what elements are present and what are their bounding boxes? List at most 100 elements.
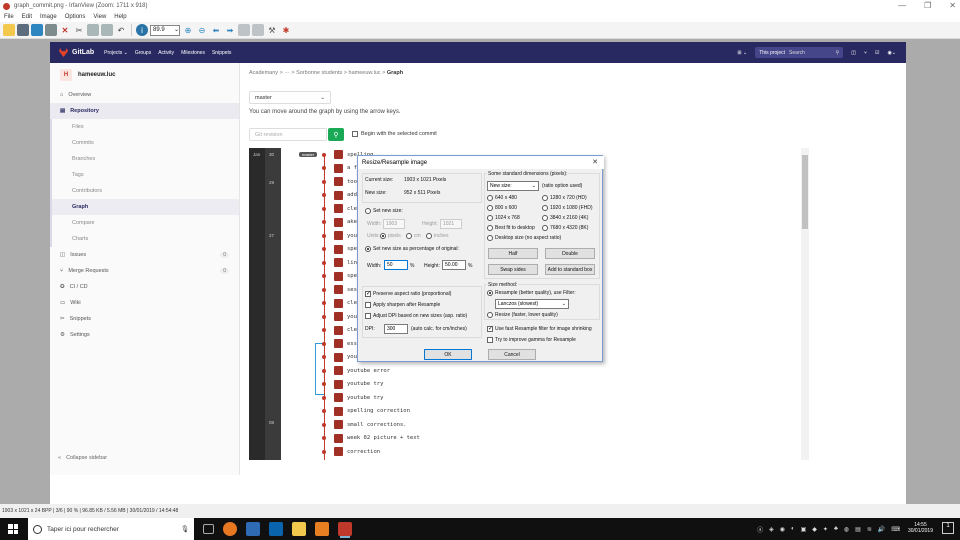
standard-size-radio[interactable]: 3840 x 2160 (4K): [542, 215, 588, 221]
standard-size-radio[interactable]: Desktop size (no aspect ratio): [487, 235, 561, 241]
pct-width-input[interactable]: 50: [384, 260, 408, 270]
checkbox-box[interactable]: [487, 325, 493, 332]
sidebar-item-settings[interactable]: ⚙ Settings: [50, 327, 239, 343]
commit-row[interactable]: correction: [322, 447, 380, 456]
commit-row[interactable]: you: [322, 312, 357, 321]
set-new-size-radio[interactable]: Set new size:: [365, 208, 403, 214]
breadcrumb-path[interactable]: Academany > ··· > Sorbonne students > ha…: [249, 70, 385, 76]
zoom-select[interactable]: 89.9 ⌄: [150, 24, 180, 36]
fast-filter-checkbox[interactable]: Use fast Resample filter for image shrin…: [487, 325, 592, 332]
cancel-button[interactable]: Cancel: [488, 349, 536, 360]
slideshow-icon[interactable]: [17, 24, 29, 36]
sidebar-subitem-branches[interactable]: Branches: [50, 151, 239, 167]
previous-arrow-icon[interactable]: ⬅: [210, 24, 222, 36]
tray-app-icon[interactable]: ◈: [769, 526, 774, 533]
nav-snippets[interactable]: Snippets: [212, 50, 231, 56]
keyboard-icon[interactable]: ⌨: [891, 526, 900, 533]
height-input[interactable]: 1021: [440, 219, 462, 229]
commit-row[interactable]: week 02 picture + text: [322, 433, 420, 443]
standard-size-radio[interactable]: 1280 x 720 (HD): [542, 195, 587, 201]
commit-row[interactable]: add: [322, 190, 357, 200]
sidebar-subitem-graph[interactable]: Graph: [50, 199, 239, 215]
unit-cm-radio[interactable]: cm: [406, 233, 421, 239]
project-header[interactable]: H hameeuw.luc: [50, 63, 239, 87]
windows-start-icon[interactable]: [8, 524, 18, 534]
commit-row[interactable]: cle: [322, 298, 357, 308]
search-box[interactable]: This project Search ⚲: [755, 47, 844, 58]
standard-size-radio[interactable]: Best fit to desktop: [487, 225, 535, 231]
fullscreen-icon[interactable]: [252, 24, 264, 36]
close-button[interactable]: ✕: [949, 0, 956, 12]
branch-select[interactable]: master ⌄: [249, 91, 331, 104]
irfanview-logo-icon[interactable]: ✱: [280, 24, 292, 36]
thumbnail-icon[interactable]: [238, 24, 250, 36]
standard-size-radio[interactable]: 800 x 600: [487, 205, 517, 211]
width-input[interactable]: 1903: [383, 219, 405, 229]
menu-help[interactable]: Help: [114, 14, 126, 20]
unit-inches-radio[interactable]: inches: [426, 233, 448, 239]
info-icon[interactable]: i: [136, 24, 148, 36]
sidebar-item-overview[interactable]: ⌂ Overview: [50, 87, 239, 103]
new-plus-icon[interactable]: ⊞ ⌄: [737, 50, 747, 56]
standard-size-select[interactable]: New size: ⌄: [487, 181, 539, 191]
commit-row[interactable]: you: [322, 352, 357, 362]
sidebar-subitem-commits[interactable]: Commits: [50, 135, 239, 151]
revision-search-button[interactable]: ⚲: [328, 128, 344, 141]
next-arrow-icon[interactable]: ➡: [224, 24, 236, 36]
user-avatar-icon[interactable]: ◉⌄: [887, 50, 896, 56]
volume-icon[interactable]: 🔊: [878, 526, 885, 533]
issues-icon[interactable]: ◫: [851, 50, 856, 56]
commit-row[interactable]: small corrections.: [322, 420, 407, 429]
sidebar-subitem-tags[interactable]: Tags: [50, 167, 239, 183]
half-button[interactable]: Half: [488, 248, 538, 259]
settings-tools-icon[interactable]: ⚒: [266, 24, 278, 36]
checkbox-box[interactable]: [487, 337, 493, 343]
sidebar-item-wiki[interactable]: ▭ Wiki: [50, 295, 239, 311]
tray-app-icon[interactable]: ♣: [834, 526, 838, 532]
begin-selected-commit-checkbox[interactable]: Begin with the selected commit: [352, 131, 437, 137]
checkbox-box[interactable]: [365, 313, 371, 319]
set-percentage-radio[interactable]: Set new size as percentage of original:: [365, 246, 459, 252]
merge-requests-icon[interactable]: ⑂: [864, 50, 867, 56]
nav-groups[interactable]: Groups: [135, 50, 151, 56]
menu-view[interactable]: View: [93, 14, 106, 20]
open-folder-icon[interactable]: [3, 24, 15, 36]
commit-row[interactable]: ake: [322, 217, 357, 227]
checkbox-box[interactable]: [365, 290, 371, 297]
commit-row[interactable]: ess: [322, 339, 357, 348]
add-standard-button[interactable]: Add to standard box: [545, 264, 595, 275]
wifi-icon[interactable]: ≋: [867, 526, 872, 533]
standard-size-radio[interactable]: 640 x 480: [487, 195, 517, 201]
dialog-close-icon[interactable]: ✕: [592, 158, 598, 166]
filter-select[interactable]: Lanczos (slowest) ⌄: [495, 299, 569, 309]
app-blue-icon[interactable]: [246, 522, 260, 536]
copy-icon[interactable]: [87, 24, 99, 36]
sidebar-item-issues[interactable]: ◫ Issues 0: [50, 247, 239, 263]
commit-row[interactable]: ses: [322, 285, 357, 294]
menu-image[interactable]: Image: [40, 14, 57, 20]
task-view-icon[interactable]: [203, 524, 214, 534]
commit-row[interactable]: spelling correction: [322, 406, 410, 416]
commit-row[interactable]: a f: [322, 163, 357, 173]
tray-app-icon[interactable]: ◉: [780, 526, 785, 533]
nav-activity[interactable]: Activity: [158, 50, 174, 56]
commit-row[interactable]: too: [322, 177, 357, 186]
people-icon[interactable]: ⓐ: [757, 525, 763, 534]
checkbox-box[interactable]: [365, 302, 371, 308]
paste-icon[interactable]: [101, 24, 113, 36]
preserve-aspect-checkbox[interactable]: Preserve aspect ratio (proportional): [365, 290, 451, 297]
standard-size-radio[interactable]: 7680 x 4320 (8K): [542, 225, 588, 231]
zoom-out-icon[interactable]: ⊖: [196, 24, 208, 36]
delete-icon[interactable]: ✕: [59, 24, 71, 36]
tray-app-icon[interactable]: ◐: [791, 526, 795, 532]
commit-row[interactable]: youtube try: [322, 379, 383, 389]
gitlab-logo-icon[interactable]: [59, 48, 68, 57]
menu-file[interactable]: File: [4, 14, 14, 20]
save-icon[interactable]: [31, 24, 43, 36]
taskbar-clock[interactable]: 14:55 30/01/2019: [908, 522, 933, 534]
commit-row[interactable]: cle: [322, 204, 357, 213]
sidebar-item-cicd[interactable]: ✪ CI / CD: [50, 279, 239, 295]
tray-app-icon[interactable]: ◆: [812, 526, 817, 533]
nav-projects[interactable]: Projects ⌄: [104, 50, 128, 56]
sidebar-subitem-contributors[interactable]: Contributors: [50, 183, 239, 199]
